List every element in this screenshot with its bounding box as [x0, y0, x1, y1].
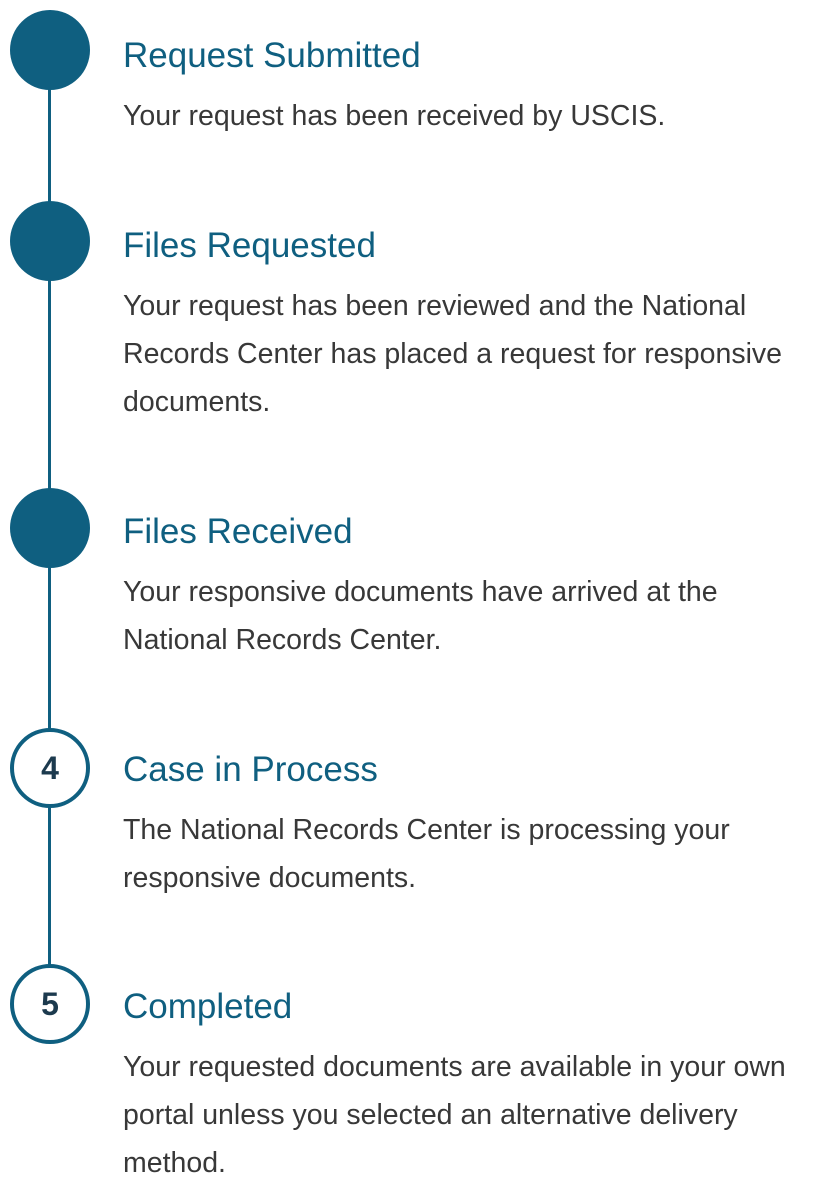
step-description: Your request has been reviewed and the N… — [123, 290, 783, 418]
step-description: Your request has been received by USCIS. — [123, 100, 666, 132]
step-number: 5 — [41, 985, 59, 1022]
step-number: 4 — [41, 749, 59, 786]
step-title: Files Requested — [123, 226, 376, 265]
step-title: Request Submitted — [123, 36, 421, 75]
status-timeline: Request Submitted Your request has been … — [0, 0, 820, 1179]
step-completed-marker — [10, 10, 90, 90]
step-number-marker: 4 — [10, 728, 90, 808]
step-number-marker: 5 — [10, 964, 90, 1044]
step-completed-marker — [10, 201, 90, 281]
step-completed-marker — [10, 488, 90, 568]
step-description: The National Records Center is processin… — [123, 814, 730, 894]
step-description: Your responsive documents have arrived a… — [123, 576, 718, 656]
step-title: Case in Process — [123, 750, 378, 789]
step-description: Your requested documents are available i… — [123, 1051, 786, 1179]
step-title: Files Received — [123, 512, 353, 551]
step-title: Completed — [123, 987, 293, 1026]
